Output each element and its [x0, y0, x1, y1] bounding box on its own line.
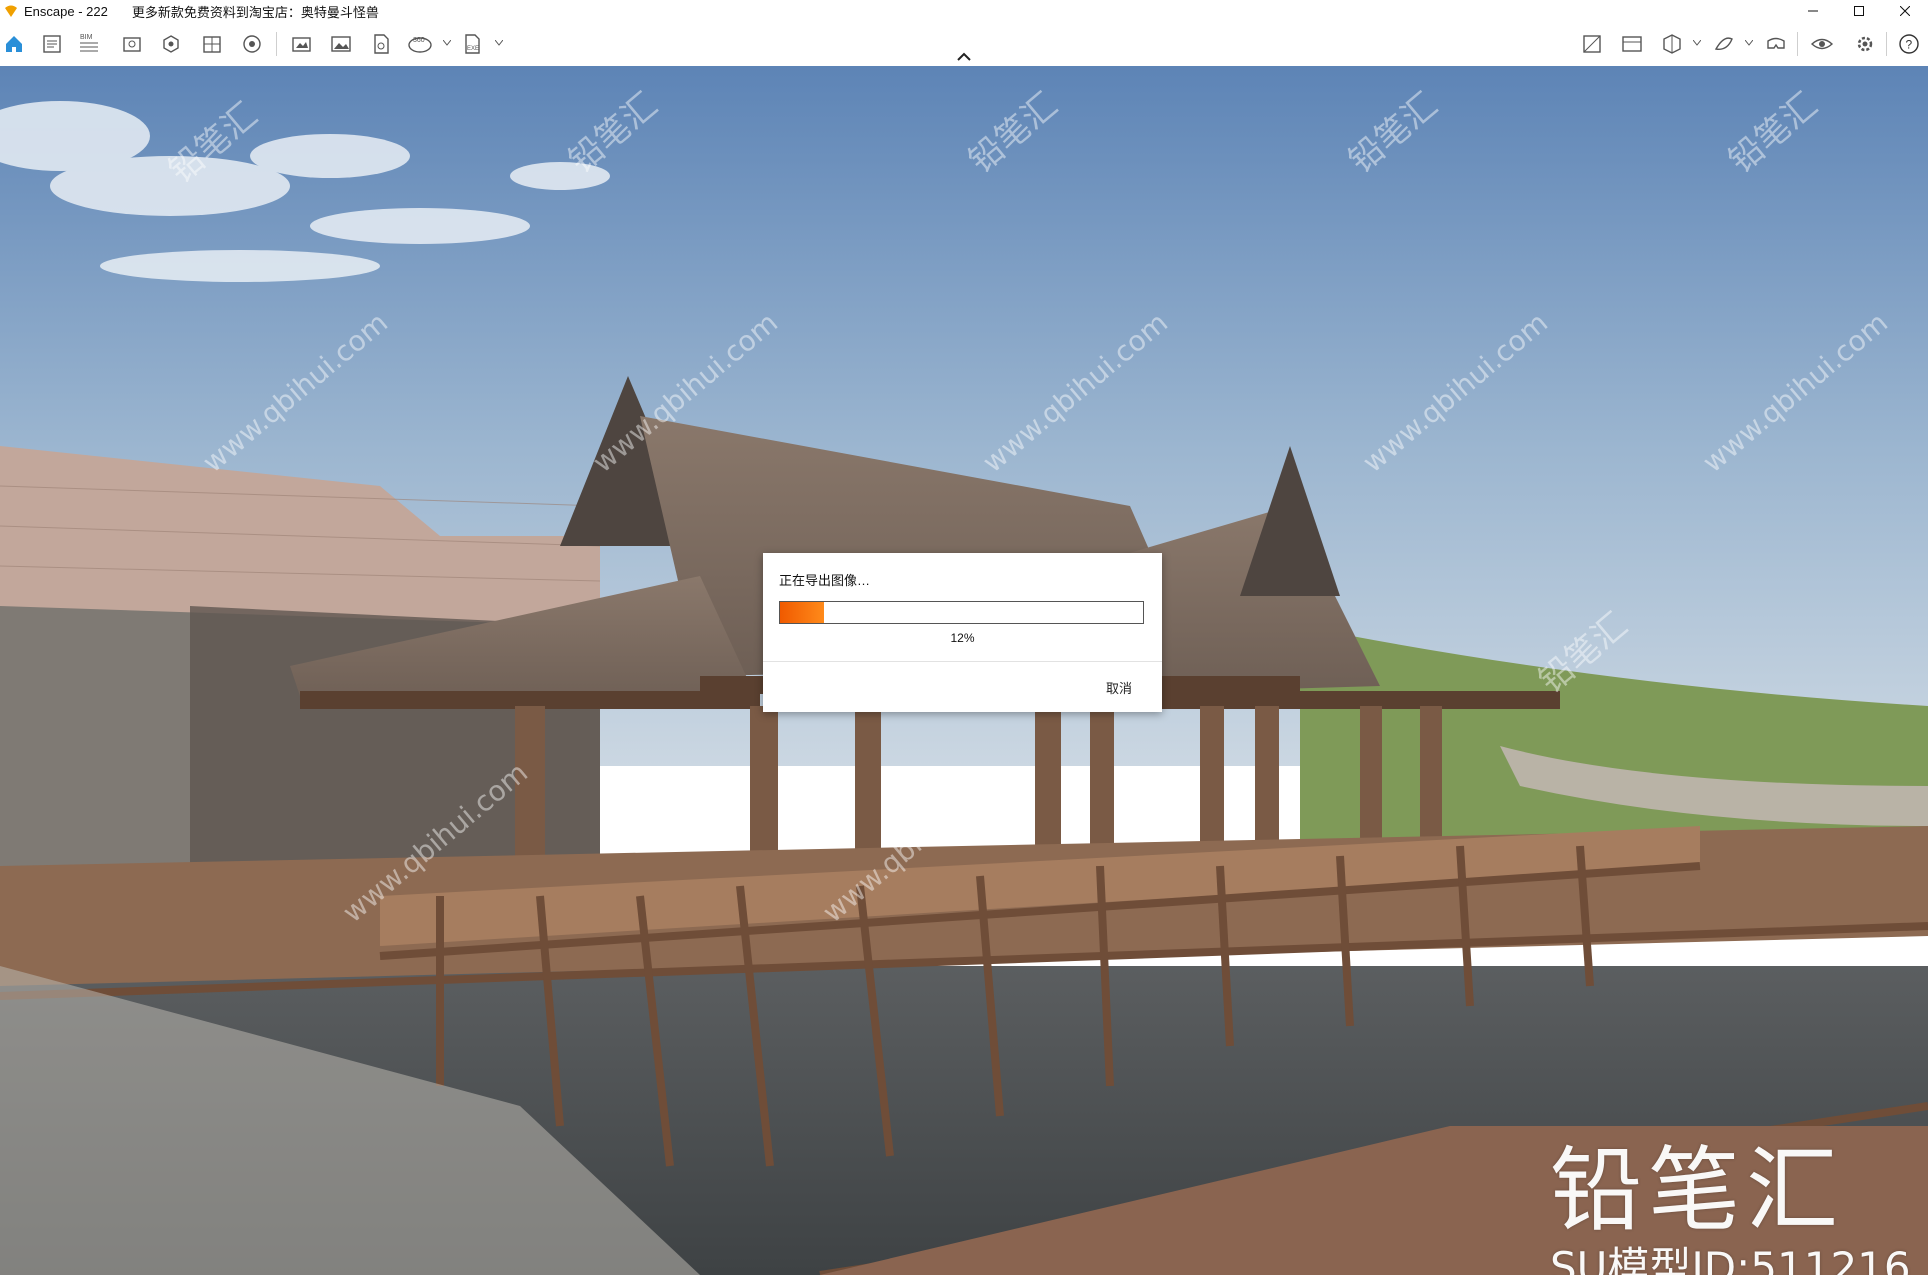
label-exe: EXE — [467, 46, 479, 52]
dialog-divider — [763, 661, 1162, 662]
settings-button[interactable] — [1851, 30, 1879, 58]
progress-bar — [779, 601, 1144, 624]
views-button[interactable] — [118, 30, 146, 58]
image-export-icon — [374, 34, 389, 54]
title-bar: Enscape - 222 更多新款免费资料到淘宝店：奥特曼斗怪兽 — [0, 0, 1928, 22]
window-controls — [1790, 0, 1928, 22]
exe-dropdown-caret[interactable] — [494, 38, 504, 48]
visual-settings-icon — [1583, 35, 1601, 53]
image-settings-icon — [1622, 36, 1642, 52]
eye-button[interactable] — [1808, 30, 1836, 58]
batch-render-button[interactable] — [288, 30, 316, 58]
chevron-down-icon — [1745, 40, 1753, 46]
document-title: 更多新款免费资料到淘宝店：奥特曼斗怪兽 — [131, 4, 379, 20]
bim-label: BIM — [80, 34, 93, 41]
views-icon — [123, 37, 141, 52]
home-icon — [6, 36, 22, 52]
export-progress-dialog: 正在导出图像… 12% 取消 — [763, 553, 1162, 712]
minimize-icon — [1808, 10, 1818, 12]
close-button[interactable] — [1882, 0, 1928, 22]
settings-icon — [1857, 36, 1873, 52]
maximize-button[interactable] — [1836, 0, 1882, 22]
help-icon: ? — [1899, 34, 1919, 54]
capture-button[interactable] — [1710, 30, 1738, 58]
notes-button[interactable] — [38, 30, 66, 58]
asset-library-button[interactable] — [157, 30, 185, 58]
screenshot-icon — [331, 36, 351, 52]
progress-percent: 12% — [950, 631, 975, 645]
svg-text:?: ? — [1906, 38, 1913, 52]
toolbar: BIM 360 EXE ? — [0, 22, 1928, 67]
minimize-button[interactable] — [1790, 0, 1836, 22]
collapse-toolbar-icon[interactable] — [955, 50, 973, 62]
bim-icon: BIM — [80, 34, 98, 52]
progress-fill — [780, 602, 824, 623]
chevron-down-icon — [443, 40, 451, 46]
exe-export-button[interactable]: EXE — [458, 30, 486, 58]
dialog-title: 正在导出图像… — [779, 573, 871, 588]
panorama-dropdown-caret[interactable] — [442, 38, 452, 48]
chevron-down-icon — [1693, 40, 1701, 46]
notes-icon — [43, 35, 61, 53]
enscape-logo-icon — [5, 5, 17, 17]
vr-headset-icon — [1767, 37, 1785, 49]
batch-render-icon — [292, 37, 311, 52]
bim-button[interactable]: BIM — [76, 30, 104, 58]
capture-dropdown-caret[interactable] — [1744, 38, 1754, 48]
panorama-360-icon: 360 — [408, 37, 432, 53]
close-icon — [1900, 6, 1910, 16]
toolbar-divider — [1797, 32, 1798, 56]
sections-dropdown-caret[interactable] — [1692, 38, 1702, 48]
image-export-button[interactable] — [367, 30, 395, 58]
watermark-model-id: SU模型ID:511216 — [1550, 1243, 1911, 1275]
sections-icon — [1663, 34, 1681, 54]
toolbar-divider — [1886, 32, 1887, 56]
label-360: 360 — [413, 37, 425, 44]
watermark-brand: 铅笔汇 — [1550, 1137, 1845, 1244]
eye-icon — [1810, 38, 1834, 50]
exe-export-icon: EXE — [465, 34, 480, 54]
chevron-down-icon — [495, 40, 503, 46]
app-name: Enscape - 222 — [24, 3, 108, 19]
visual-settings-button[interactable] — [1578, 30, 1606, 58]
panorama-360-button[interactable]: 360 — [406, 30, 434, 58]
screenshot-button[interactable] — [327, 30, 355, 58]
sun-settings-icon — [243, 35, 261, 53]
material-editor-button[interactable] — [198, 30, 226, 58]
help-button[interactable]: ? — [1895, 30, 1923, 58]
maximize-icon — [1854, 6, 1864, 16]
asset-library-icon — [163, 35, 179, 53]
sun-settings-button[interactable] — [238, 30, 266, 58]
cancel-button[interactable]: 取消 — [1106, 678, 1132, 697]
image-settings-button[interactable] — [1618, 30, 1646, 58]
material-editor-icon — [203, 36, 221, 53]
sections-button[interactable] — [1658, 30, 1686, 58]
toolbar-divider — [276, 32, 277, 56]
home-button[interactable] — [0, 30, 28, 58]
vr-headset-button[interactable] — [1762, 30, 1790, 58]
capture-icon — [1714, 37, 1733, 50]
